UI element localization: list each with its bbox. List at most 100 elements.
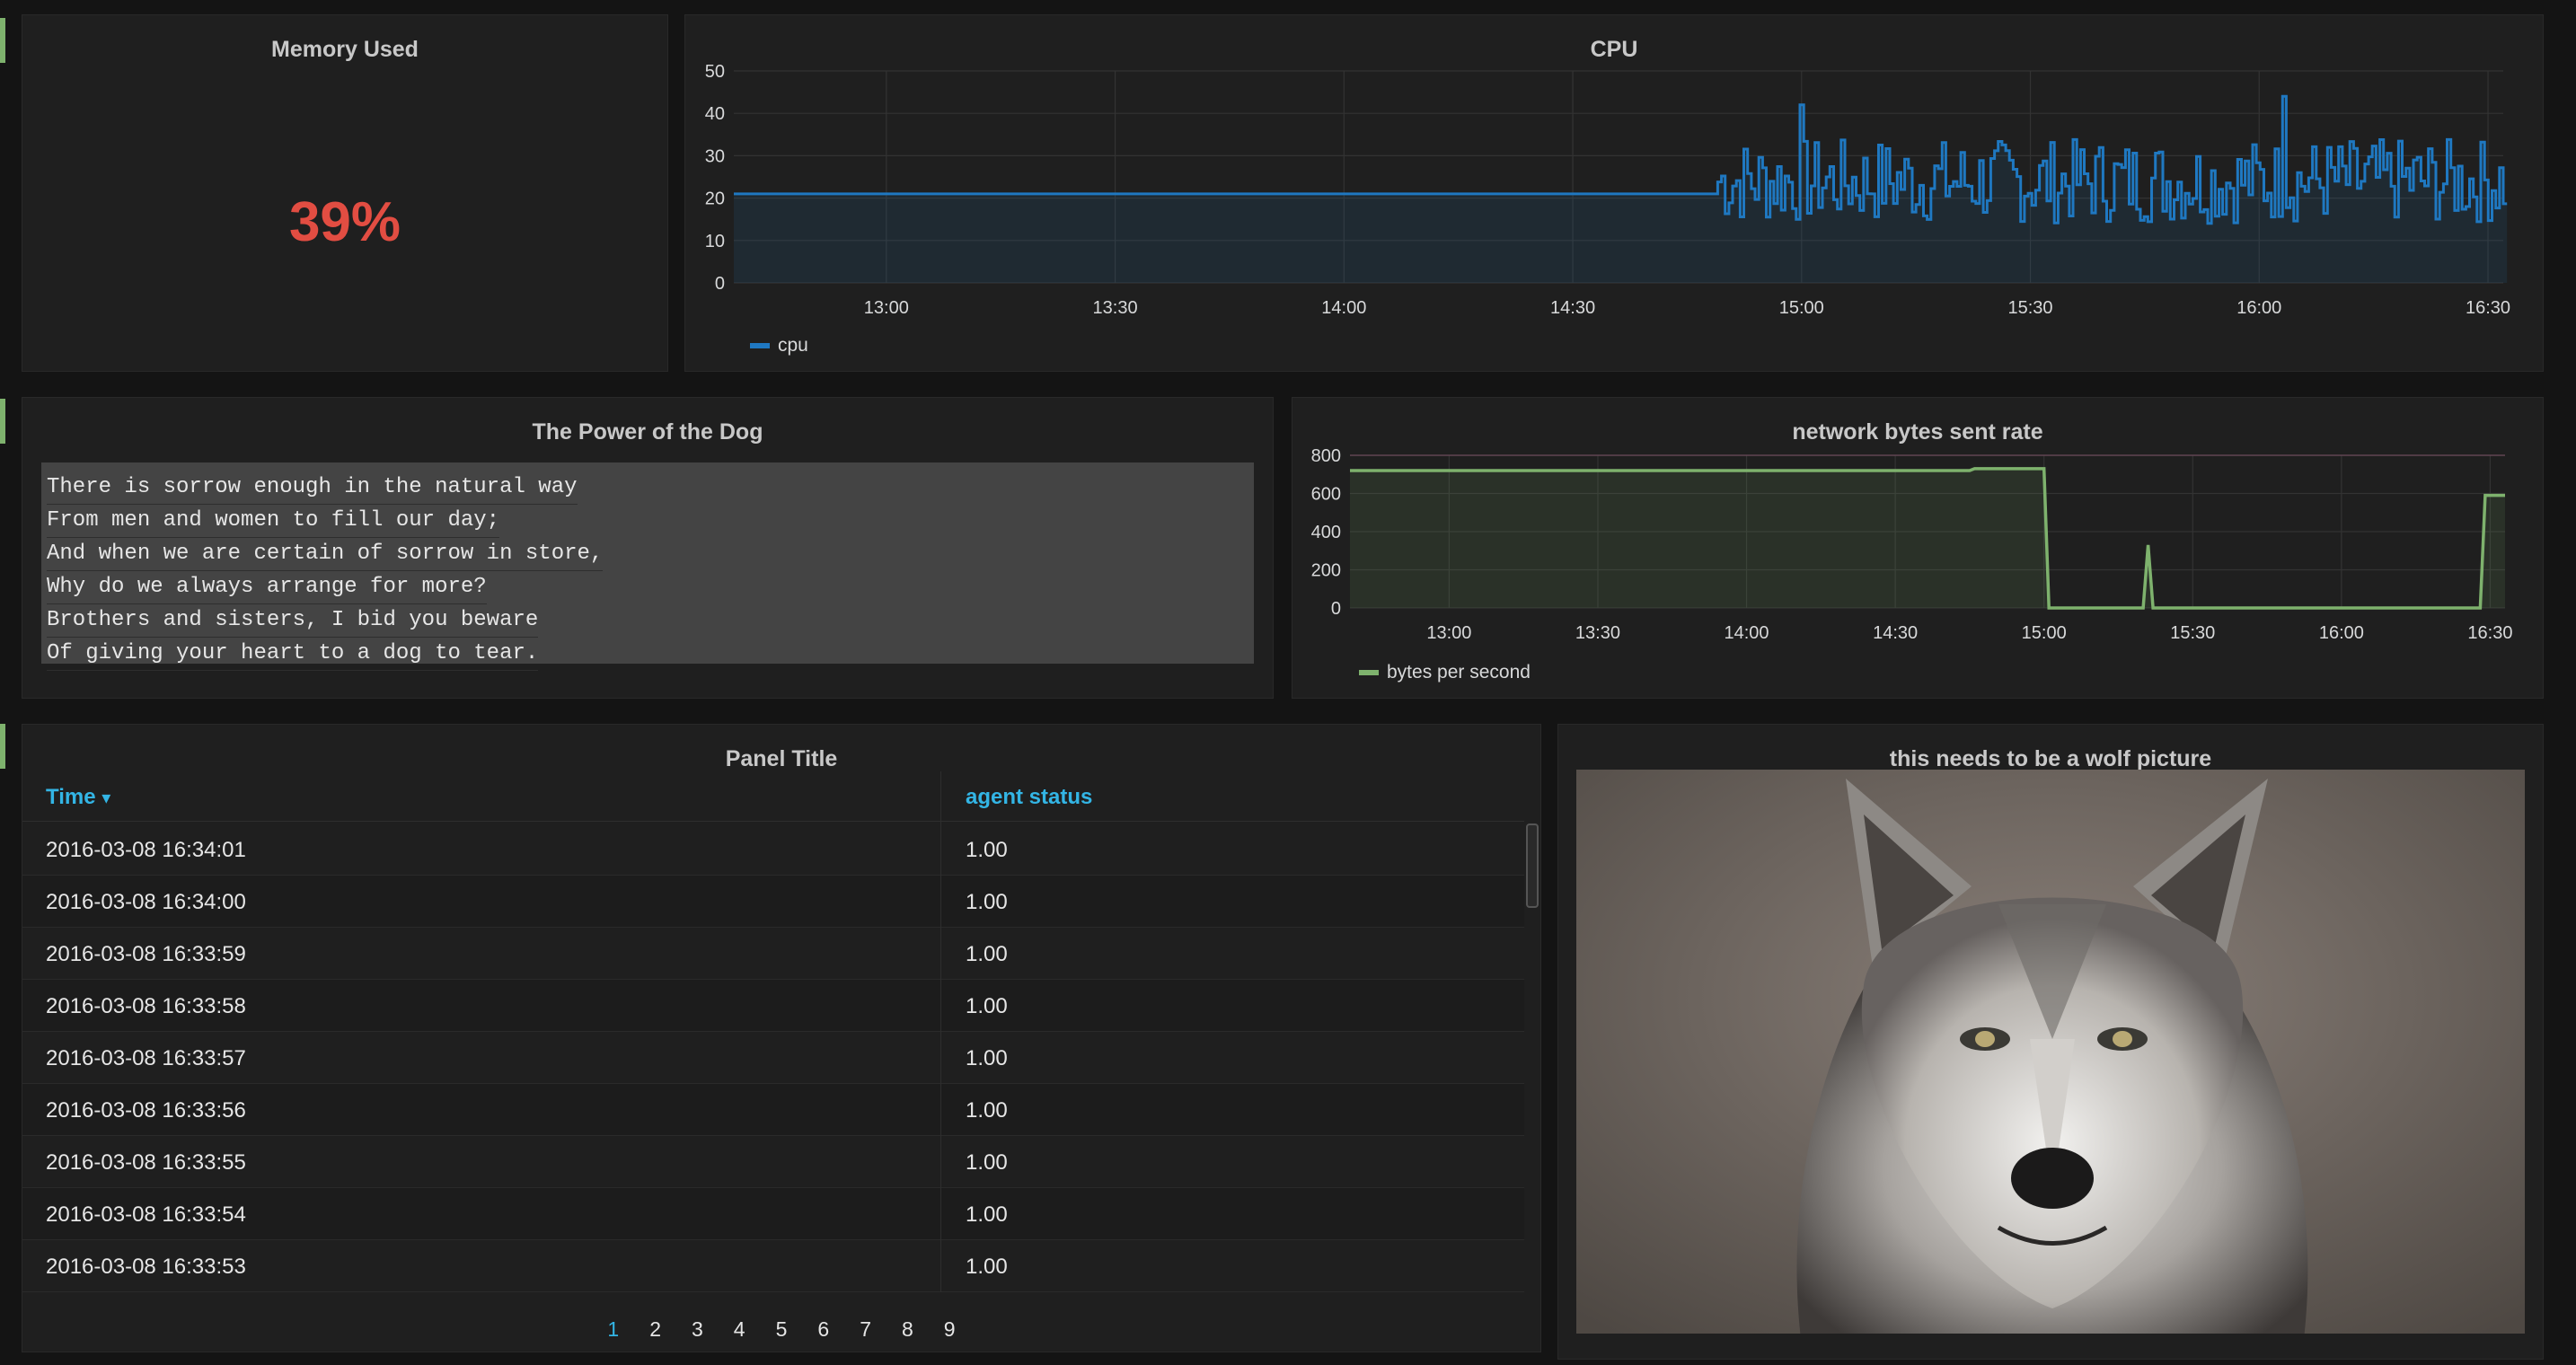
- page-link[interactable]: 7: [860, 1317, 871, 1342]
- cell-time: 2016-03-08 16:34:01: [46, 838, 246, 862]
- panel-title[interactable]: Panel Title: [22, 746, 1540, 772]
- memory-used-panel: Memory Used 39%: [22, 14, 668, 372]
- table-row[interactable]: 2016-03-08 16:33:56 1.00: [22, 1084, 1524, 1136]
- page-link[interactable]: 2: [649, 1317, 661, 1342]
- y-tick-label: 10: [705, 232, 725, 251]
- x-tick-label: 16:00: [2319, 623, 2364, 643]
- column-divider: [940, 771, 941, 1292]
- table-row[interactable]: 2016-03-08 16:33:54 1.00: [22, 1188, 1524, 1240]
- table-row[interactable]: 2016-03-08 16:33:57 1.00: [22, 1032, 1524, 1084]
- panel-title[interactable]: this needs to be a wolf picture: [1558, 746, 2543, 772]
- cell-agent-status: 1.00: [966, 994, 1008, 1018]
- x-tick-label: 13:30: [1093, 298, 1138, 318]
- cpu-panel: CPU 0 10 20 30 40 50 13:00 13:30 14:00 14:30 15:0…: [684, 14, 2544, 372]
- legend-label: bytes per second: [1387, 662, 1531, 682]
- cell-time: 2016-03-08 16:33:53: [46, 1255, 246, 1279]
- y-tick-label: 800: [1311, 446, 1341, 466]
- x-tick-label: 14:00: [1725, 623, 1769, 643]
- cell-agent-status: 1.00: [966, 1098, 1008, 1123]
- sort-desc-icon: ▾: [101, 788, 111, 808]
- x-tick-label: 14:30: [1873, 623, 1918, 643]
- net-series-fill: [1350, 468, 2505, 608]
- table-row[interactable]: 2016-03-08 16:33:53 1.00: [22, 1240, 1524, 1292]
- poem-text: There is sorrow enough in the natural wa…: [41, 462, 1254, 671]
- legend-swatch: [750, 343, 770, 348]
- page-link[interactable]: 9: [944, 1317, 956, 1342]
- row-marker: [0, 399, 5, 444]
- x-tick-label: 16:30: [2467, 623, 2512, 643]
- x-tick-label: 13:30: [1575, 623, 1620, 643]
- column-header-agent-status[interactable]: agent status: [966, 785, 1092, 810]
- network-chart[interactable]: 0 200 400 600 800 13:00 13:30 14:00 14:30 15:00 1…: [1292, 398, 2545, 700]
- cpu-chart[interactable]: 0 10 20 30 40 50 13:00 13:30 14:00 14:30 15:00 15:…: [685, 15, 2545, 373]
- cell-agent-status: 1.00: [966, 942, 1008, 966]
- cell-time: 2016-03-08 16:33:55: [46, 1150, 246, 1175]
- x-tick-label: 13:00: [1426, 623, 1471, 643]
- legend-label: cpu: [778, 335, 808, 356]
- panel-title[interactable]: The Power of the Dog: [22, 419, 1273, 445]
- network-legend[interactable]: bytes per second: [1359, 662, 1531, 683]
- network-panel: network bytes sent rate 0 200 400 600 800 13…: [1292, 397, 2544, 699]
- page-link[interactable]: 1: [607, 1317, 619, 1342]
- x-tick-label: 15:00: [1779, 298, 1824, 318]
- panel-title[interactable]: Memory Used: [22, 37, 667, 63]
- x-tick-label: 15:30: [2170, 623, 2215, 643]
- cell-time: 2016-03-08 16:33:54: [46, 1202, 246, 1227]
- cell-time: 2016-03-08 16:33:56: [46, 1098, 246, 1123]
- legend-swatch: [1359, 670, 1379, 675]
- cell-time: 2016-03-08 16:33:58: [46, 994, 246, 1018]
- page-link[interactable]: 5: [776, 1317, 788, 1342]
- poem-line: Brothers and sisters, I bid you beware: [47, 604, 539, 638]
- cell-time: 2016-03-08 16:34:00: [46, 890, 246, 914]
- y-tick-label: 0: [715, 274, 725, 294]
- wolf-image: [1576, 770, 2525, 1334]
- table-row[interactable]: 2016-03-08 16:34:01 1.00: [22, 823, 1524, 876]
- x-tick-label: 15:00: [2022, 623, 2067, 643]
- x-tick-label: 14:30: [1550, 298, 1595, 318]
- row-marker: [0, 18, 5, 63]
- x-tick-label: 14:00: [1321, 298, 1366, 318]
- cell-agent-status: 1.00: [966, 1150, 1008, 1175]
- y-tick-label: 50: [705, 62, 725, 82]
- y-tick-label: 30: [705, 146, 725, 166]
- cell-agent-status: 1.00: [966, 838, 1008, 862]
- poem-line: Of giving your heart to a dog to tear.: [47, 638, 539, 671]
- table-row[interactable]: 2016-03-08 16:33:55 1.00: [22, 1136, 1524, 1188]
- page-link[interactable]: 4: [734, 1317, 745, 1342]
- cpu-legend[interactable]: cpu: [750, 335, 808, 357]
- cell-time: 2016-03-08 16:33:57: [46, 1046, 246, 1070]
- y-tick-label: 20: [705, 189, 725, 209]
- page-link[interactable]: 6: [817, 1317, 829, 1342]
- y-tick-label: 600: [1311, 485, 1341, 505]
- x-tick-label: 16:30: [2466, 298, 2510, 318]
- cell-time: 2016-03-08 16:33:59: [46, 942, 246, 966]
- x-tick-label: 16:00: [2236, 298, 2281, 318]
- memory-value: 39%: [288, 191, 401, 253]
- y-tick-label: 40: [705, 104, 725, 124]
- image-panel: this needs to be a wolf picture: [1557, 724, 2544, 1360]
- cell-agent-status: 1.00: [966, 1255, 1008, 1279]
- page-link[interactable]: 8: [902, 1317, 913, 1342]
- cell-agent-status: 1.00: [966, 890, 1008, 914]
- table-panel: Panel Title Time ▾ agent status 2016-03-…: [22, 724, 1541, 1352]
- wolf-illustration: [1576, 770, 2525, 1334]
- column-header-time[interactable]: Time ▾: [46, 785, 110, 810]
- y-tick-label: 0: [1331, 599, 1341, 619]
- column-header-label: Time: [46, 785, 96, 809]
- page-link[interactable]: 3: [692, 1317, 703, 1342]
- poem-line: There is sorrow enough in the natural wa…: [47, 471, 578, 505]
- cell-agent-status: 1.00: [966, 1046, 1008, 1070]
- table-header: Time ▾ agent status: [22, 771, 1524, 822]
- table-scrollbar[interactable]: [1526, 823, 1539, 908]
- table-row[interactable]: 2016-03-08 16:33:59 1.00: [22, 928, 1524, 980]
- x-tick-label: 13:00: [864, 298, 909, 318]
- cpu-series-fill: [734, 96, 2508, 283]
- table-row[interactable]: 2016-03-08 16:33:58 1.00: [22, 980, 1524, 1032]
- cell-agent-status: 1.00: [966, 1202, 1008, 1227]
- y-tick-label: 400: [1311, 523, 1341, 542]
- poem-line: And when we are certain of sorrow in sto…: [47, 538, 604, 571]
- poem-line: Why do we always arrange for more?: [47, 571, 487, 604]
- x-tick-label: 15:30: [2008, 298, 2053, 318]
- y-tick-label: 200: [1311, 561, 1341, 581]
- table-row[interactable]: 2016-03-08 16:34:00 1.00: [22, 876, 1524, 928]
